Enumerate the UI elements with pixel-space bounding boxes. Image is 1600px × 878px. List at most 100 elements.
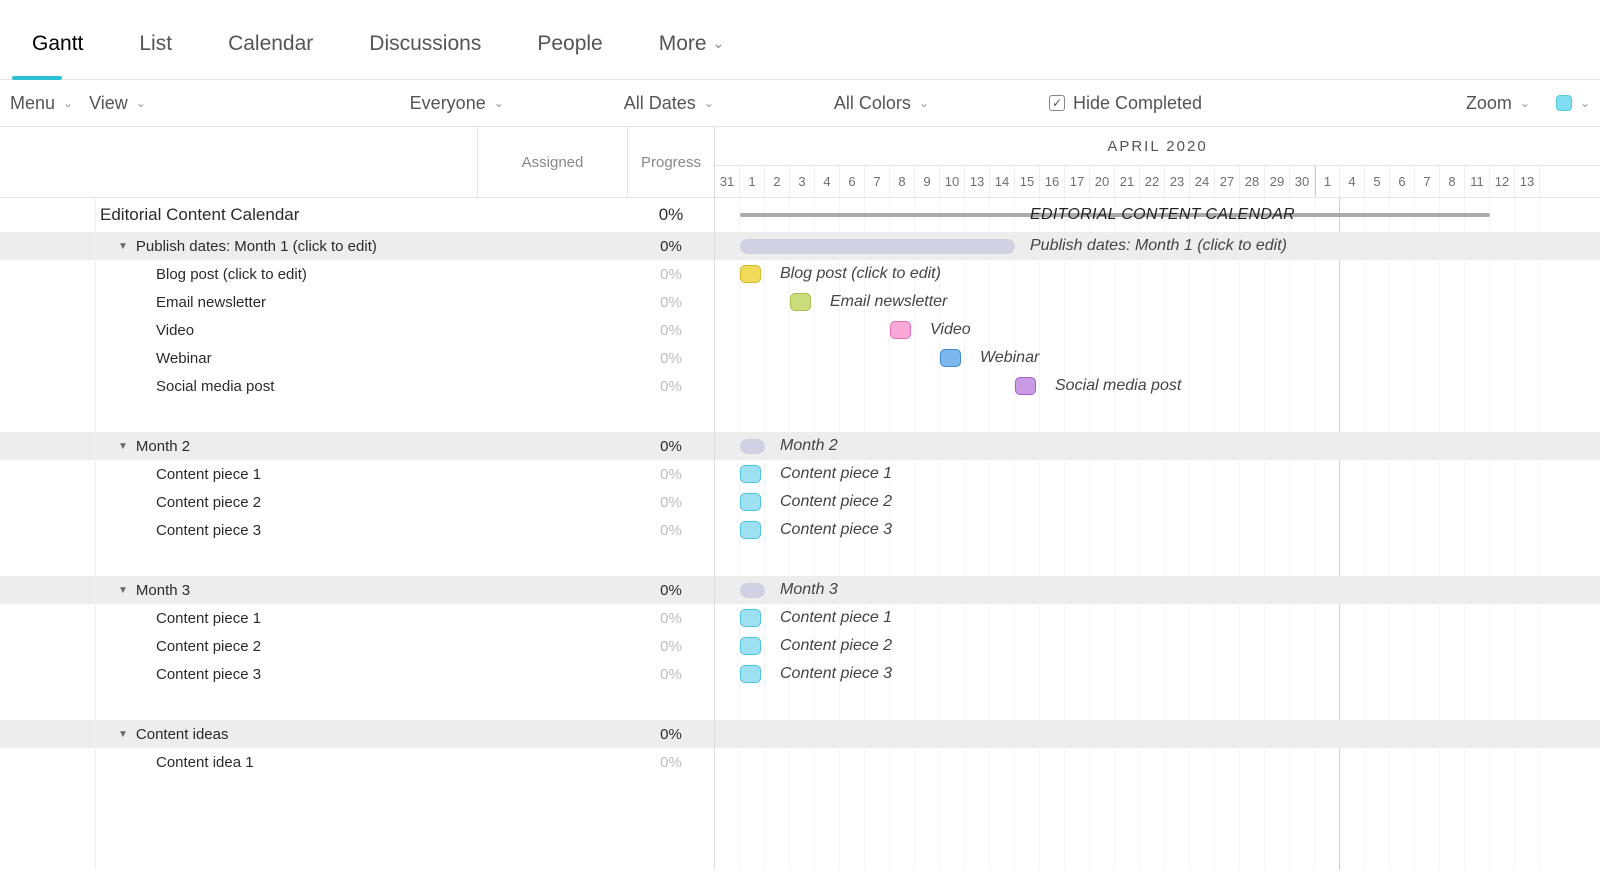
- menu-button[interactable]: Menu⌄: [10, 93, 73, 114]
- row-assigned[interactable]: [478, 460, 628, 488]
- timeline-row[interactable]: Social media post: [715, 372, 1600, 400]
- row-name[interactable]: Content piece 2: [0, 632, 478, 660]
- task-bar[interactable]: [1015, 377, 1036, 395]
- row-assigned[interactable]: [478, 288, 628, 316]
- row-name[interactable]: Webinar: [0, 344, 478, 372]
- timeline-row[interactable]: Content piece 2: [715, 488, 1600, 516]
- row-name[interactable]: Content piece 3: [0, 516, 478, 544]
- tab-list[interactable]: List: [111, 8, 200, 79]
- task-bar[interactable]: [890, 321, 911, 339]
- row-assigned[interactable]: [478, 720, 628, 748]
- row-assigned[interactable]: [478, 576, 628, 604]
- row-name[interactable]: Content piece 1: [0, 460, 478, 488]
- tab-calendar[interactable]: Calendar: [200, 8, 341, 79]
- timeline-row[interactable]: Content piece 3: [715, 660, 1600, 688]
- timeline-row[interactable]: [715, 720, 1600, 748]
- row-assigned[interactable]: [478, 198, 628, 232]
- list-row[interactable]: Email newsletter0%: [0, 288, 714, 316]
- list-row[interactable]: ▼Month 20%: [0, 432, 714, 460]
- row-assigned[interactable]: [478, 232, 628, 260]
- filter-everyone[interactable]: Everyone⌄: [410, 93, 504, 114]
- task-bar[interactable]: [740, 465, 761, 483]
- task-bar[interactable]: [740, 665, 761, 683]
- timeline-row[interactable]: Content piece 1: [715, 604, 1600, 632]
- tab-gantt[interactable]: Gantt: [4, 8, 111, 79]
- row-assigned[interactable]: [478, 660, 628, 688]
- filter-dates[interactable]: All Dates⌄: [624, 93, 714, 114]
- zoom-button[interactable]: Zoom⌄: [1466, 93, 1530, 114]
- list-row[interactable]: ▼Month 30%: [0, 576, 714, 604]
- row-name[interactable]: Video: [0, 316, 478, 344]
- task-bar[interactable]: [740, 637, 761, 655]
- list-row[interactable]: ▼Publish dates: Month 1 (click to edit)0…: [0, 232, 714, 260]
- task-bar[interactable]: [740, 493, 761, 511]
- color-filter-button[interactable]: ⌄: [1556, 95, 1590, 111]
- timeline-row[interactable]: Content piece 2: [715, 632, 1600, 660]
- list-row[interactable]: Content idea 10%: [0, 748, 714, 776]
- row-assigned[interactable]: [478, 432, 628, 460]
- tab-more[interactable]: More⌄: [631, 8, 753, 79]
- row-name[interactable]: Social media post: [0, 372, 478, 400]
- list-row[interactable]: Social media post0%: [0, 372, 714, 400]
- col-progress-header[interactable]: Progress: [628, 127, 714, 197]
- tab-discussions[interactable]: Discussions: [341, 8, 509, 79]
- row-assigned[interactable]: [478, 604, 628, 632]
- timeline-row[interactable]: Video: [715, 316, 1600, 344]
- list-row[interactable]: Webinar0%: [0, 344, 714, 372]
- list-row[interactable]: Video0%: [0, 316, 714, 344]
- timeline-row[interactable]: Blog post (click to edit): [715, 260, 1600, 288]
- row-assigned[interactable]: [478, 632, 628, 660]
- timeline-row[interactable]: Content piece 1: [715, 460, 1600, 488]
- group-bar[interactable]: [740, 439, 765, 454]
- row-name[interactable]: Content piece 1: [0, 604, 478, 632]
- timeline-row[interactable]: Month 2: [715, 432, 1600, 460]
- timeline-row[interactable]: Publish dates: Month 1 (click to edit): [715, 232, 1600, 260]
- list-row[interactable]: Editorial Content Calendar0%: [0, 198, 714, 232]
- hide-completed-checkbox[interactable]: ✓: [1049, 95, 1065, 111]
- timeline-row[interactable]: Email newsletter: [715, 288, 1600, 316]
- row-name[interactable]: ▼Content ideas: [0, 720, 478, 748]
- view-button[interactable]: View⌄: [89, 93, 146, 114]
- list-row[interactable]: ▼Content ideas0%: [0, 720, 714, 748]
- task-bar[interactable]: [740, 265, 761, 283]
- task-bar[interactable]: [940, 349, 961, 367]
- list-row[interactable]: Content piece 30%: [0, 660, 714, 688]
- timeline-row[interactable]: EDITORIAL CONTENT CALENDAR: [715, 198, 1600, 232]
- row-assigned[interactable]: [478, 260, 628, 288]
- group-bar[interactable]: [740, 583, 765, 598]
- list-row[interactable]: Content piece 20%: [0, 632, 714, 660]
- row-name[interactable]: ▼Month 2: [0, 432, 478, 460]
- row-assigned[interactable]: [478, 516, 628, 544]
- row-name[interactable]: Email newsletter: [0, 288, 478, 316]
- row-assigned[interactable]: [478, 316, 628, 344]
- list-row[interactable]: Blog post (click to edit)0%: [0, 260, 714, 288]
- task-bar[interactable]: [740, 609, 761, 627]
- filter-colors[interactable]: All Colors⌄: [834, 93, 929, 114]
- timeline-row[interactable]: [715, 748, 1600, 776]
- row-name[interactable]: ▼Publish dates: Month 1 (click to edit): [0, 232, 478, 260]
- tab-people[interactable]: People: [509, 8, 630, 79]
- row-name[interactable]: Editorial Content Calendar: [0, 198, 478, 232]
- col-assigned-header[interactable]: Assigned: [478, 127, 628, 197]
- row-name[interactable]: Content idea 1: [0, 748, 478, 776]
- timeline-body[interactable]: EDITORIAL CONTENT CALENDARPublish dates:…: [715, 198, 1600, 870]
- row-assigned[interactable]: [478, 372, 628, 400]
- row-name[interactable]: ▼Month 3: [0, 576, 478, 604]
- timeline-row[interactable]: Webinar: [715, 344, 1600, 372]
- filter-hide-completed[interactable]: ✓Hide Completed: [1049, 93, 1202, 114]
- timeline-row[interactable]: Content piece 3: [715, 516, 1600, 544]
- row-name[interactable]: Blog post (click to edit): [0, 260, 478, 288]
- row-assigned[interactable]: [478, 488, 628, 516]
- list-row[interactable]: Content piece 10%: [0, 604, 714, 632]
- row-assigned[interactable]: [478, 748, 628, 776]
- task-bar[interactable]: [740, 521, 761, 539]
- list-row[interactable]: Content piece 20%: [0, 488, 714, 516]
- list-row[interactable]: Content piece 30%: [0, 516, 714, 544]
- list-row[interactable]: Content piece 10%: [0, 460, 714, 488]
- row-assigned[interactable]: [478, 344, 628, 372]
- group-bar[interactable]: [740, 239, 1015, 254]
- row-name[interactable]: Content piece 3: [0, 660, 478, 688]
- row-name[interactable]: Content piece 2: [0, 488, 478, 516]
- timeline-row[interactable]: Month 3: [715, 576, 1600, 604]
- task-bar[interactable]: [790, 293, 811, 311]
